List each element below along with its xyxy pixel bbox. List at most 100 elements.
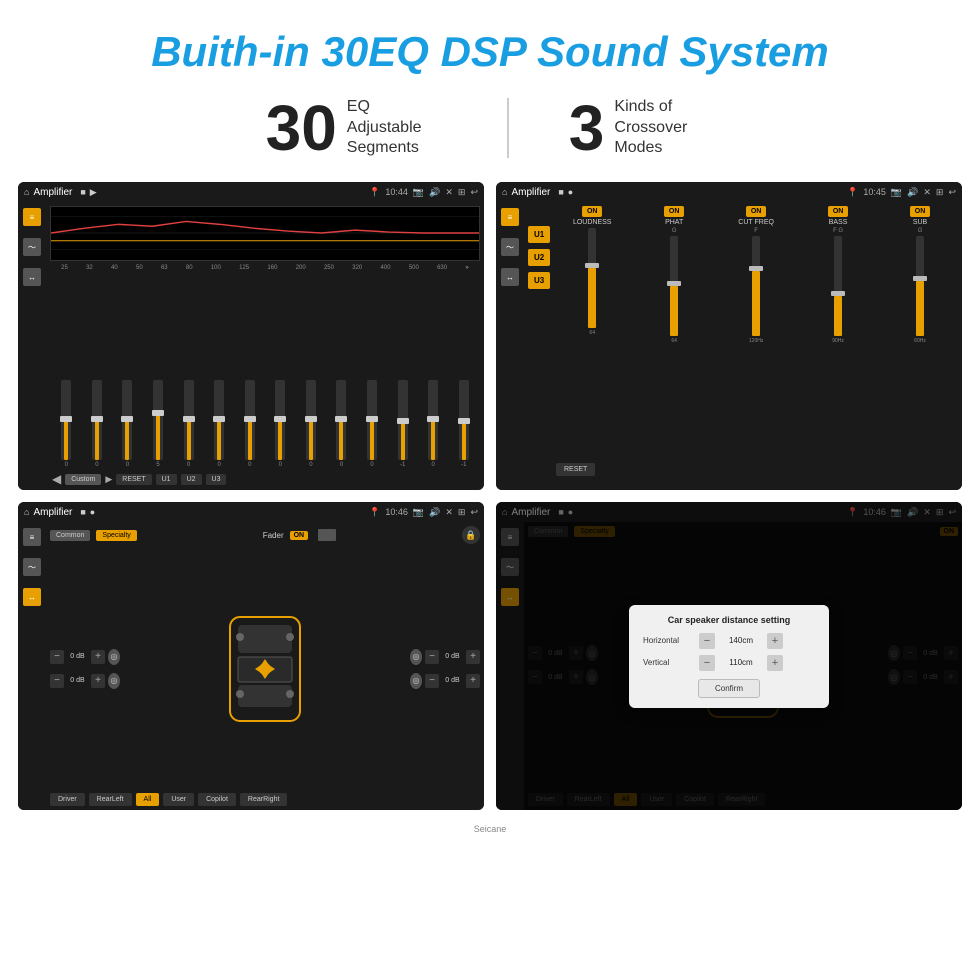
speaker-controls-right: ◎ − 0 dB + ◎ − 0 dB +: [410, 649, 480, 689]
x-icon-2[interactable]: ✕: [923, 187, 931, 198]
lock-icon[interactable]: 🔒: [462, 526, 480, 544]
fader-6[interactable]: 0: [205, 380, 234, 468]
all-btn[interactable]: All: [136, 793, 160, 806]
ctrl-top-left: − 0 dB + ◎: [50, 649, 120, 665]
rearright-btn[interactable]: RearRight: [240, 793, 288, 806]
horizontal-label: Horizontal: [643, 636, 693, 645]
fader-2[interactable]: 0: [83, 380, 112, 468]
horizontal-minus[interactable]: −: [699, 633, 715, 649]
stats-row: 30 EQ Adjustable Segments 3 Kinds of Cro…: [0, 86, 980, 182]
plus-br[interactable]: +: [466, 674, 480, 688]
vertical-minus[interactable]: −: [699, 655, 715, 671]
prev-btn[interactable]: ◀: [52, 472, 61, 486]
horizontal-plus[interactable]: +: [767, 633, 783, 649]
loudness-on[interactable]: ON: [582, 206, 603, 217]
layout-icon-2[interactable]: ⊞: [936, 187, 944, 198]
home-icon[interactable]: ⌂: [24, 187, 29, 197]
back-icon-3[interactable]: ↩: [470, 507, 478, 518]
fader-4[interactable]: 5: [144, 380, 173, 468]
vol-icon-3[interactable]: 🔊: [429, 507, 440, 518]
fader-10[interactable]: 0: [327, 380, 356, 468]
u3-crossover[interactable]: U3: [528, 272, 550, 289]
fader-on-badge[interactable]: ON: [290, 531, 309, 540]
plus-bl[interactable]: +: [91, 674, 105, 688]
speaker-icon-bl: ◎: [108, 673, 120, 689]
u2-crossover[interactable]: U2: [528, 249, 550, 266]
reset-cross-btn[interactable]: RESET: [556, 463, 595, 476]
minus-br[interactable]: −: [425, 674, 439, 688]
fader-top-row: Common Specialty Fader ON 🔒: [50, 526, 480, 544]
eq-icon-2[interactable]: ≡: [501, 208, 519, 226]
more-icon[interactable]: »: [465, 265, 468, 271]
cam-icon-3[interactable]: 📷: [413, 507, 424, 518]
arrows-icon-3[interactable]: ↔: [23, 588, 41, 606]
u1-btn[interactable]: U1: [156, 474, 177, 485]
cutfreq-on[interactable]: ON: [746, 206, 767, 217]
wave-icon[interactable]: 〜: [23, 238, 41, 256]
minus-tl[interactable]: −: [50, 650, 64, 664]
fader-9[interactable]: 0: [297, 380, 326, 468]
minus-bl[interactable]: −: [50, 674, 64, 688]
confirm-button[interactable]: Confirm: [698, 679, 760, 698]
fader-13[interactable]: 0: [419, 380, 448, 468]
x-icon[interactable]: ✕: [445, 187, 453, 198]
dot-icon-3: ●: [90, 507, 95, 517]
fader-3[interactable]: 0: [113, 380, 142, 468]
x-icon-3[interactable]: ✕: [445, 507, 453, 518]
wave-icon-3[interactable]: 〜: [23, 558, 41, 576]
u1-crossover[interactable]: U1: [528, 226, 550, 243]
custom-btn[interactable]: Custom: [65, 474, 101, 485]
rec-icon: ■: [80, 187, 85, 197]
sub-col: ON SUB G 60Hz: [882, 206, 958, 486]
fader-8[interactable]: 0: [266, 380, 295, 468]
user-btn[interactable]: User: [163, 793, 194, 806]
driver-btn[interactable]: Driver: [50, 793, 85, 806]
play-icon[interactable]: ▶: [90, 187, 97, 198]
copilot-btn[interactable]: Copilot: [198, 793, 236, 806]
arrows-icon-2[interactable]: ↔: [501, 268, 519, 286]
plus-tl[interactable]: +: [91, 650, 105, 664]
vol-icon-2[interactable]: 🔊: [907, 187, 918, 198]
back-icon-2[interactable]: ↩: [948, 187, 956, 198]
screen3-content: ≡ 〜 ↔ Common Specialty Fader ON 🔒: [18, 522, 484, 810]
fader-11[interactable]: 0: [358, 380, 387, 468]
rearleft-btn[interactable]: RearLeft: [89, 793, 132, 806]
vol-icon[interactable]: 🔊: [429, 187, 440, 198]
bass-on[interactable]: ON: [828, 206, 849, 217]
phat-on[interactable]: ON: [664, 206, 685, 217]
home-icon-3[interactable]: ⌂: [24, 507, 29, 517]
vertical-plus[interactable]: +: [767, 655, 783, 671]
phat-col: ON PHAT G 64: [636, 206, 712, 486]
u2-btn[interactable]: U2: [181, 474, 202, 485]
wave-icon-2[interactable]: 〜: [501, 238, 519, 256]
cam-icon[interactable]: 📷: [413, 187, 424, 198]
val-br: 0 dB: [442, 677, 463, 684]
layout-icon[interactable]: ⊞: [458, 187, 466, 198]
fader-5[interactable]: 0: [174, 380, 203, 468]
arrows-icon[interactable]: ↔: [23, 268, 41, 286]
fader-1[interactable]: 0: [52, 380, 81, 468]
sub-on[interactable]: ON: [910, 206, 931, 217]
specialty-tab[interactable]: Specialty: [96, 530, 136, 541]
freq-25: 25: [61, 265, 68, 271]
fader-14[interactable]: -1: [450, 380, 479, 468]
u-buttons: U1 U2 U3: [528, 206, 550, 486]
u3-btn[interactable]: U3: [206, 474, 227, 485]
stat-eq: 30 EQ Adjustable Segments: [206, 96, 507, 160]
minus-tr[interactable]: −: [425, 650, 439, 664]
cam-icon-2[interactable]: 📷: [891, 187, 902, 198]
freq-125: 125: [239, 265, 249, 271]
reset-btn[interactable]: RESET: [116, 474, 151, 485]
fader-12[interactable]: -1: [388, 380, 417, 468]
car-diagram: [126, 609, 404, 729]
home-icon-2[interactable]: ⌂: [502, 187, 507, 197]
common-tab[interactable]: Common: [50, 530, 90, 541]
plus-tr[interactable]: +: [466, 650, 480, 664]
play-btn[interactable]: ▶: [105, 474, 112, 485]
back-icon[interactable]: ↩: [470, 187, 478, 198]
eq-icon[interactable]: ≡: [23, 208, 41, 226]
screen2-content: ≡ 〜 ↔ U1 U2 U3 ON LOUDNESS: [496, 202, 962, 490]
layout-icon-3[interactable]: ⊞: [458, 507, 466, 518]
fader-7[interactable]: 0: [235, 380, 264, 468]
eq-icon-3[interactable]: ≡: [23, 528, 41, 546]
